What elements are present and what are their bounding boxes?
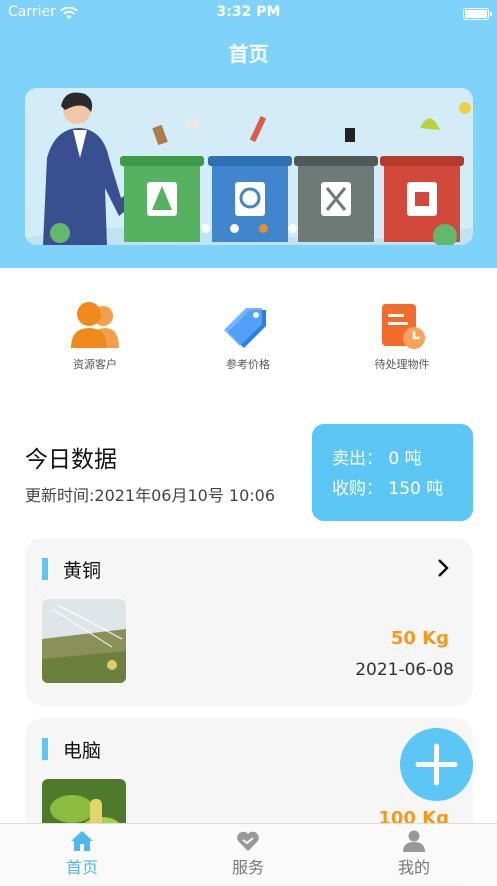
tab-label: 首页: [65, 858, 98, 877]
person-icon: [403, 830, 425, 852]
item-card[interactable]: 黄铜 50 Kg 2021-06-08: [25, 538, 473, 706]
sold-amount: 卖出： 0 吨: [332, 449, 422, 469]
bought-amount: 收购： 150 吨: [332, 479, 444, 499]
home-icon: [71, 831, 93, 851]
card-accent-bar: [42, 558, 48, 580]
customers-icon: [71, 302, 119, 348]
item-thumbnail: [42, 599, 126, 683]
tab-services[interactable]: 服务: [188, 830, 308, 878]
quick-actions: 资源客户 参考价格 待处理物件: [0, 300, 497, 390]
tab-label: 我的: [397, 858, 430, 877]
page-title: 首页: [228, 42, 269, 66]
carousel-dot-active[interactable]: [259, 224, 268, 233]
item-name: 黄铜: [63, 560, 102, 582]
chevron-right-icon[interactable]: [437, 558, 449, 578]
status-bar: Carrier 3:32 PM: [0, 4, 497, 24]
quick-action-label: 待处理物件: [374, 358, 430, 371]
trade-summary: 卖出： 0 吨 收购： 150 吨: [312, 424, 473, 521]
tab-label: 服务: [231, 858, 264, 877]
quick-action-pending[interactable]: 待处理物件: [342, 300, 462, 372]
price-tag-icon: [224, 308, 266, 348]
carousel-dot[interactable]: [288, 224, 297, 233]
carousel-indicator[interactable]: [25, 224, 473, 233]
tab-home[interactable]: 首页: [22, 830, 142, 878]
pending-items-icon: [382, 304, 425, 349]
tab-bar: 首页 服务 我的: [0, 823, 497, 884]
carousel-dot[interactable]: [201, 224, 210, 233]
banner-carousel[interactable]: [25, 88, 473, 245]
item-weight: 50 Kg: [390, 628, 449, 649]
quick-action-price[interactable]: 参考价格: [188, 300, 308, 372]
header: Carrier 3:32 PM 首页: [0, 0, 497, 268]
update-time: 更新时间:2021年06月10号 10:06: [25, 486, 276, 505]
carousel-dot[interactable]: [230, 224, 239, 233]
add-button[interactable]: [400, 728, 473, 801]
banner-image: [25, 88, 473, 245]
battery-icon: [463, 8, 492, 20]
heart-icon: [237, 831, 259, 851]
quick-action-label: 资源客户: [73, 358, 117, 371]
quick-action-label: 参考价格: [226, 358, 270, 371]
tab-mine[interactable]: 我的: [354, 830, 474, 878]
today-data-title: 今日数据: [25, 447, 117, 473]
item-name: 电脑: [63, 740, 102, 762]
plus-icon: [415, 743, 458, 786]
card-accent-bar: [42, 738, 48, 760]
status-time: 3:32 PM: [216, 4, 281, 20]
quick-action-customers[interactable]: 资源客户: [35, 300, 155, 372]
item-date: 2021-06-08: [355, 660, 454, 680]
